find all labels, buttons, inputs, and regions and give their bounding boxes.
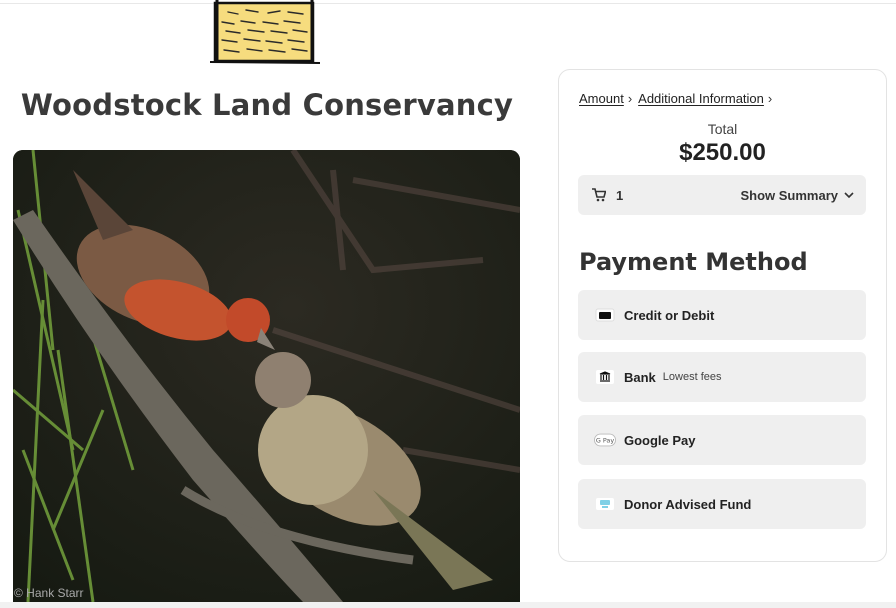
top-divider <box>0 3 896 4</box>
credit-card-icon <box>594 307 616 323</box>
total-label: Total <box>707 121 738 137</box>
payment-option-label: Bank <box>624 369 656 385</box>
organization-logo <box>209 0 321 64</box>
payment-option-google-pay[interactable]: G Pay Google Pay <box>578 415 866 465</box>
donation-card: Amount › Additional Information › Total … <box>558 69 887 562</box>
payment-option-subtext: Lowest fees <box>662 371 722 383</box>
payment-option-label: Google Pay <box>624 432 696 448</box>
breadcrumb-amount-link[interactable]: Amount <box>579 91 624 106</box>
chevron-right-icon: › <box>627 91 633 106</box>
payment-option-bank[interactable]: Bank Lowest fees <box>578 352 866 402</box>
payment-option-label: Credit or Debit <box>624 307 715 323</box>
show-summary-label: Show Summary <box>740 187 838 203</box>
donor-advised-fund-icon <box>594 496 616 512</box>
total-amount: $250.00 <box>679 139 766 166</box>
hero-photo <box>13 150 520 602</box>
bank-icon <box>594 369 616 385</box>
cart-icon <box>592 188 606 202</box>
photo-credit: © Hank Starr <box>14 586 84 600</box>
payment-option-label: Donor Advised Fund <box>624 496 752 512</box>
payment-method-heading: Payment Method <box>579 248 808 276</box>
summary-toggle[interactable]: 1 Show Summary <box>578 175 866 215</box>
payment-option-donor-advised-fund[interactable]: Donor Advised Fund <box>578 479 866 529</box>
google-pay-icon: G Pay <box>594 432 616 448</box>
organization-title: Woodstock Land Conservancy <box>20 88 514 122</box>
cart-quantity: 1 <box>616 187 624 203</box>
breadcrumb-additional-info-link[interactable]: Additional Information <box>638 91 764 106</box>
breadcrumb: Amount › Additional Information › <box>579 91 774 106</box>
bottom-strip <box>0 602 896 608</box>
chevron-right-icon: › <box>767 91 773 106</box>
chevron-down-icon <box>844 192 854 199</box>
svg-text:G Pay: G Pay <box>596 437 615 445</box>
payment-option-credit-debit[interactable]: Credit or Debit <box>578 290 866 340</box>
